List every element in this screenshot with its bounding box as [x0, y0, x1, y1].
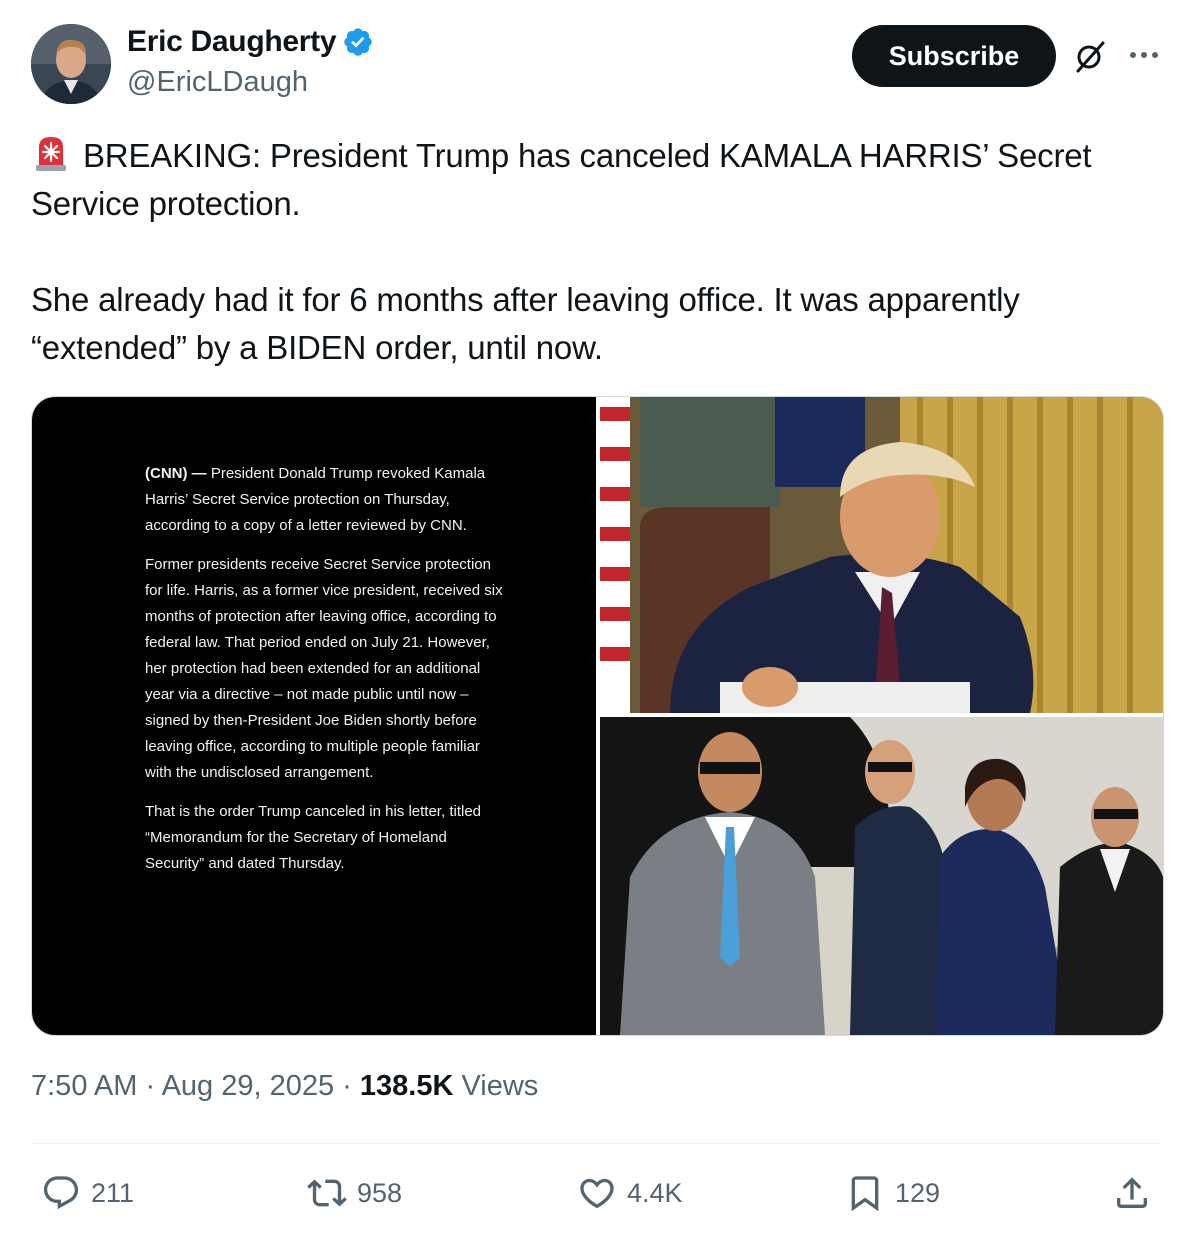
photo-harris-motorcade [600, 717, 1163, 1035]
article-text: (CNN) — President Donald Trump revoked K… [145, 461, 505, 890]
bookmark-count: 129 [895, 1177, 941, 1208]
media-grid[interactable]: (CNN) — President Donald Trump revoked K… [31, 396, 1164, 1036]
views-label: Views [453, 1070, 539, 1102]
photo-trump-signing [600, 397, 1163, 713]
author-handle[interactable]: @EricLDaugh [127, 66, 308, 99]
share-icon [1117, 1177, 1147, 1208]
reply-button[interactable]: 211 [41, 1171, 134, 1215]
bookmark-icon [851, 1176, 879, 1212]
tweet-meta: 7:50 AM · Aug 29, 2025 · 138.5K Views [31, 1070, 538, 1103]
tweet-text: BREAKING: President Trump has canceled K… [31, 132, 1166, 372]
siren-icon [36, 137, 66, 171]
tweet-time[interactable]: 7:50 AM [31, 1070, 137, 1102]
subscribe-button[interactable]: Subscribe [852, 25, 1056, 87]
divider [31, 1143, 1162, 1144]
article-paragraph-3: That is the order Trump canceled in his … [145, 803, 481, 872]
media-article-screenshot[interactable]: (CNN) — President Donald Trump revoked K… [32, 397, 596, 1035]
views-count: 138.5K [359, 1070, 454, 1102]
media-photo-harris-motorcade[interactable] [600, 717, 1163, 1035]
heart-icon [580, 1178, 614, 1209]
article-paragraph-1: (CNN) — President Donald Trump revoked K… [145, 461, 505, 539]
tweet-paragraph-1: BREAKING: President Trump has canceled K… [31, 132, 1166, 228]
repost-count: 958 [357, 1177, 403, 1208]
tweet-line-1: BREAKING: President Trump has canceled K… [31, 137, 1092, 222]
more-icon[interactable] [1127, 46, 1161, 64]
meta-separator: · [137, 1070, 162, 1102]
avatar[interactable] [31, 24, 111, 104]
avatar-photo [31, 24, 111, 104]
share-button[interactable] [1112, 1171, 1162, 1215]
like-button[interactable]: 4.4K [577, 1171, 683, 1215]
author-name[interactable]: Eric Daugherty [127, 25, 374, 59]
repost-icon [307, 1179, 347, 1207]
meta-separator: · [334, 1070, 360, 1102]
tweet-paragraph-2: She already had it for 6 months after le… [31, 281, 1020, 366]
bookmark-button[interactable]: 129 [845, 1171, 940, 1215]
tweet-date[interactable]: Aug 29, 2025 [162, 1070, 335, 1102]
reply-count: 211 [91, 1177, 135, 1208]
verified-badge-icon[interactable] [342, 26, 374, 58]
author-name-text: Eric Daugherty [127, 25, 337, 58]
like-count: 4.4K [627, 1177, 683, 1208]
media-photo-trump-signing[interactable] [600, 397, 1163, 713]
reply-icon [43, 1176, 79, 1210]
repost-button[interactable]: 958 [307, 1171, 402, 1215]
article-source: (CNN) — [145, 465, 207, 482]
grok-icon[interactable] [1072, 38, 1108, 74]
article-paragraph-2: Former presidents receive Secret Service… [145, 556, 503, 781]
